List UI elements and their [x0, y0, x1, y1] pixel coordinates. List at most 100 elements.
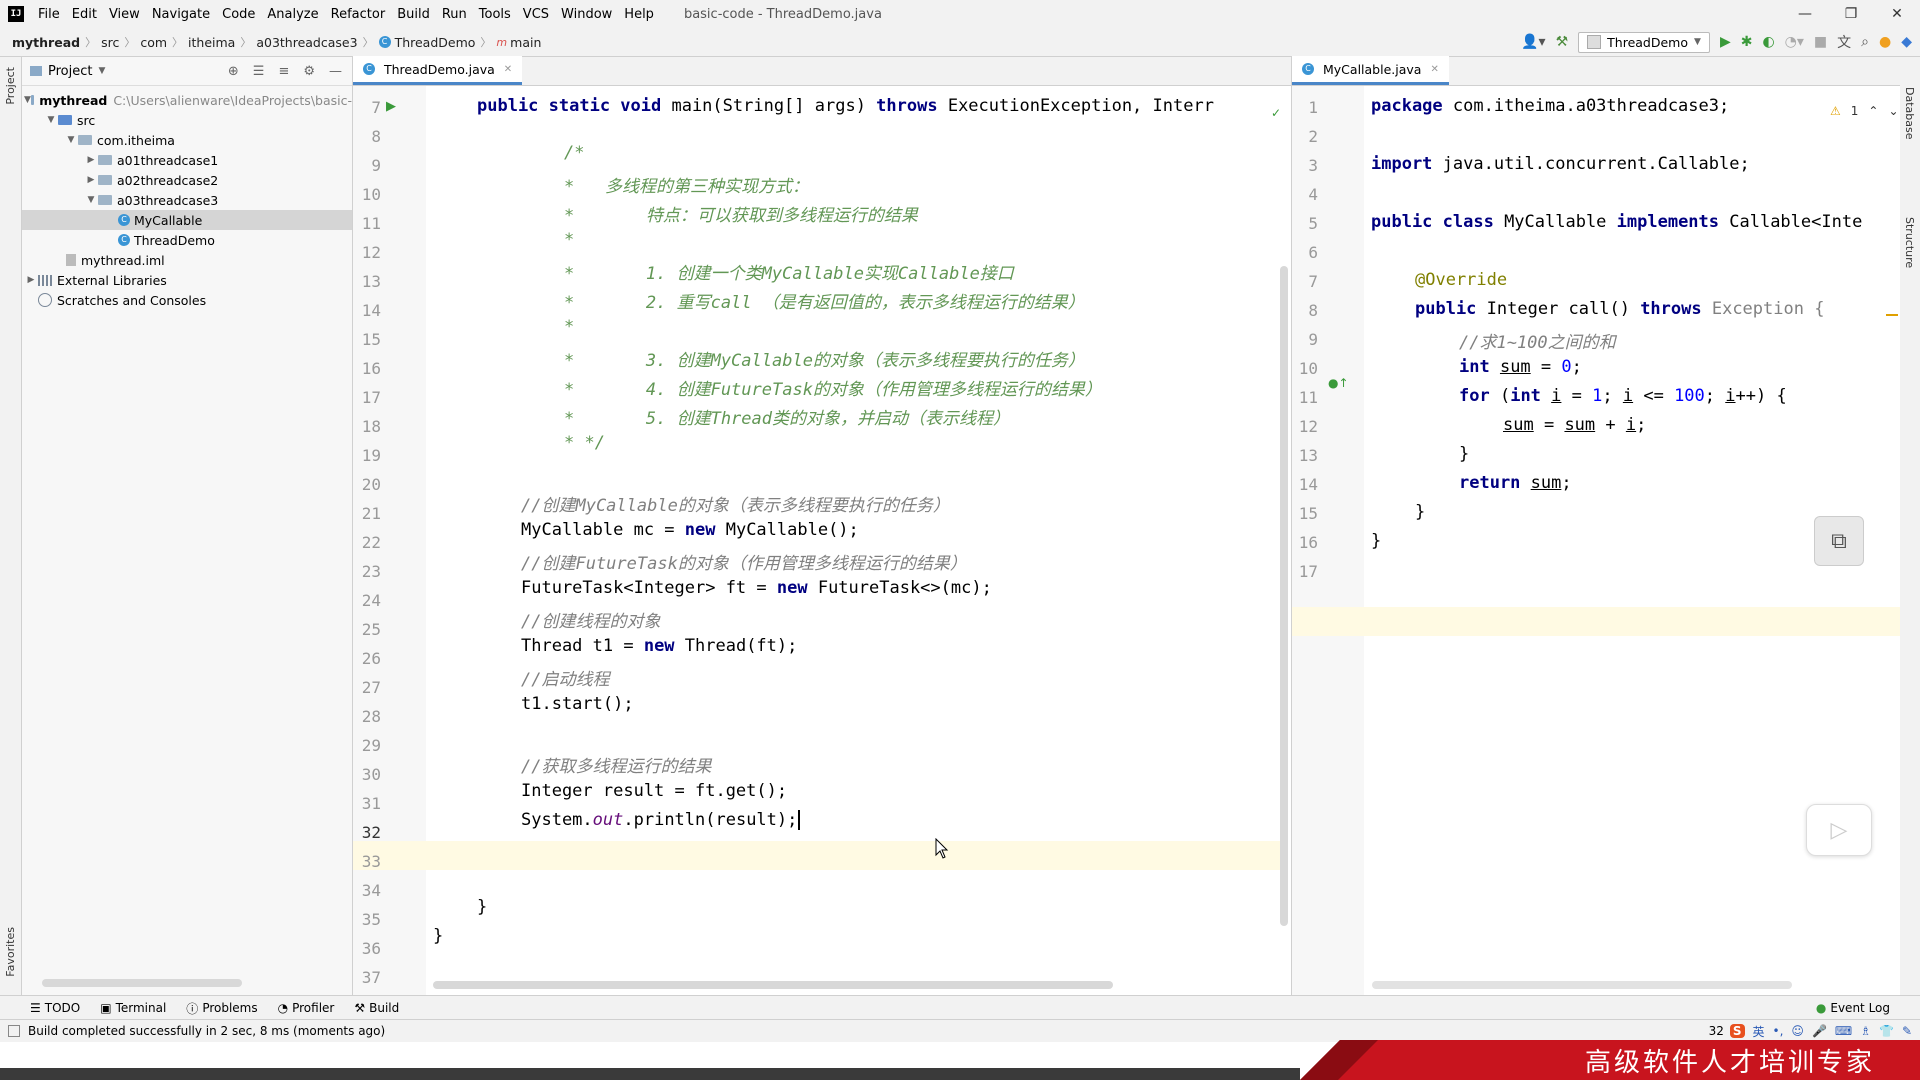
close-icon[interactable]: ✕ — [1874, 0, 1920, 28]
expand-arrow-icon[interactable]: ▶ — [84, 155, 98, 165]
warning-marker[interactable] — [1886, 314, 1898, 316]
override-gutter-icon[interactable]: ●↑ — [1328, 376, 1349, 390]
collapse-all-icon[interactable]: ≡ — [278, 64, 289, 79]
left-code-editor[interactable]: ▶ 7 8 9 10 11 12 13 14 15 16 17 18 19 20 21 22 23 24 25 26 2… — [353, 86, 1291, 995]
coverage-icon[interactable]: ◐ — [1762, 34, 1774, 50]
project-tool-tab[interactable]: Project — [4, 67, 17, 105]
minimize-icon[interactable]: — — [1782, 0, 1828, 28]
ime-emoji-icon[interactable]: ☺ — [1791, 1024, 1804, 1038]
run-config-select[interactable]: ThreadDemo ▼ — [1578, 31, 1710, 53]
hammer-build-icon[interactable]: ⚒ — [1556, 34, 1569, 50]
user-icon[interactable]: 👤▾ — [1521, 34, 1545, 50]
menu-edit[interactable]: Edit — [66, 7, 103, 22]
play-video-icon[interactable]: ▷ — [1806, 804, 1872, 856]
menu-navigate[interactable]: Navigate — [146, 7, 216, 22]
debug-icon[interactable]: ✱ — [1741, 34, 1753, 50]
close-tab-icon[interactable]: ✕ — [1430, 64, 1438, 75]
breadcrumb-com[interactable]: com — [136, 35, 171, 50]
breadcrumb-itheima[interactable]: itheima — [184, 35, 239, 50]
menu-help[interactable]: Help — [618, 7, 660, 22]
translate-icon[interactable]: 文 — [1837, 32, 1851, 52]
terminal-tab[interactable]: ▣ Terminal — [90, 1001, 176, 1015]
tree-item-a02threadcase2[interactable]: ▶ a02threadcase2 — [22, 170, 352, 190]
profile-icon[interactable]: ◔▾ — [1785, 34, 1804, 50]
run-icon[interactable]: ▶ — [1720, 34, 1731, 50]
tree-item-src[interactable]: ▼ src — [22, 110, 352, 130]
tab-threaddemo[interactable]: C ThreadDemo.java ✕ — [353, 56, 523, 85]
update-icon[interactable]: ● — [1879, 34, 1891, 50]
database-tool-tab[interactable]: Database — [1903, 87, 1916, 140]
inspection-ok-icon[interactable]: ✓ — [1271, 106, 1281, 120]
gear-icon[interactable]: ⚙ — [303, 64, 315, 79]
menu-window[interactable]: Window — [555, 7, 618, 22]
breadcrumb-method[interactable]: m main — [492, 35, 545, 50]
menu-tools[interactable]: Tools — [473, 7, 517, 22]
vertical-scrollbar[interactable] — [1280, 266, 1288, 926]
tree-item-mythread-iml[interactable]: mythread.iml — [22, 250, 352, 270]
ime-toolbar[interactable]: S 英 •, ☺ 🎤 ⌨ ♗ 👕 ✎ — [1729, 1023, 1912, 1040]
tree-item-scratches[interactable]: Scratches and Consoles — [22, 290, 352, 310]
close-tab-icon[interactable]: ✕ — [504, 64, 512, 75]
horizontal-scrollbar[interactable] — [1372, 981, 1792, 989]
tree-item-external-libraries[interactable]: ▶ External Libraries — [22, 270, 352, 290]
breadcrumb-class[interactable]: C ThreadDemo — [375, 35, 480, 50]
ime-voice-icon[interactable]: 🎤 — [1812, 1024, 1827, 1038]
project-panel-title[interactable]: Project — [48, 64, 92, 79]
maximize-icon[interactable]: ❐ — [1828, 0, 1874, 28]
todo-tab[interactable]: ☰ TODO — [0, 1001, 90, 1015]
menu-vcs[interactable]: VCS — [517, 7, 555, 22]
build-tab[interactable]: ⚒ Build — [344, 1001, 409, 1015]
right-code-editor[interactable]: 1 2 3 4 5 6 7 8 9 10 11 12 13 14 15 16 17 ●↑ ⚠ 1 ⌃ ⌄ packag… — [1292, 86, 1900, 995]
search-icon[interactable]: ⌕ — [1861, 34, 1869, 50]
menu-code[interactable]: Code — [216, 7, 261, 22]
inspection-widget[interactable]: ⚠ 1 ⌃ ⌄ — [1830, 104, 1899, 118]
locate-icon[interactable]: ⊕ — [228, 64, 239, 79]
menu-analyze[interactable]: Analyze — [261, 7, 324, 22]
ime-tools-icon[interactable]: ✎ — [1902, 1024, 1912, 1038]
chevron-down-icon[interactable]: ▼ — [98, 66, 105, 76]
structure-tool-tab[interactable]: Structure — [1903, 217, 1916, 268]
problems-tab[interactable]: ⓘ Problems — [176, 1000, 267, 1017]
tree-item-a03threadcase3[interactable]: ▼ a03threadcase3 — [22, 190, 352, 210]
breadcrumb-package[interactable]: a03threadcase3 — [252, 35, 361, 50]
horizontal-scrollbar[interactable] — [42, 979, 242, 987]
favorites-tool-tab[interactable]: Favorites — [4, 927, 17, 977]
hide-icon[interactable]: — — [329, 64, 342, 79]
tree-item-mycallable[interactable]: C MyCallable — [22, 210, 352, 230]
plugin-icon[interactable]: ◆ — [1901, 34, 1912, 50]
menu-file[interactable]: File — [32, 7, 66, 22]
breadcrumb-project[interactable]: mythread — [0, 35, 84, 50]
profiler-tab[interactable]: ◔ Profiler — [268, 1001, 345, 1015]
expand-arrow-icon[interactable]: ▼ — [84, 195, 98, 205]
tree-item-com-itheima[interactable]: ▼ com.itheima — [22, 130, 352, 150]
expand-arrow-icon[interactable]: ▶ — [84, 175, 98, 185]
menu-build[interactable]: Build — [391, 7, 436, 22]
breadcrumb-src[interactable]: src — [97, 35, 123, 50]
event-log-tab[interactable]: ● Event Log — [1806, 1001, 1920, 1015]
menu-view[interactable]: View — [103, 7, 146, 22]
status-position[interactable]: 32 — [1709, 1024, 1724, 1038]
run-gutter-icon[interactable]: ▶ — [386, 99, 396, 114]
menu-refactor[interactable]: Refactor — [325, 7, 392, 22]
tree-item-mythread[interactable]: ▼ mythread C:\Users\alienware\IdeaProjects… — [22, 90, 352, 110]
ime-punct-icon[interactable]: •, — [1773, 1024, 1784, 1038]
sogou-ime-icon[interactable]: S — [1729, 1024, 1745, 1038]
ime-skin-icon[interactable]: ♗ — [1860, 1024, 1871, 1038]
expand-arrow-icon[interactable]: ▼ — [64, 135, 78, 145]
ime-shirt-icon[interactable]: 👕 — [1879, 1024, 1894, 1038]
screenshot-tool-icon[interactable]: ⧉ — [1814, 516, 1864, 566]
expand-arrow-icon[interactable]: ▼ — [24, 95, 31, 105]
menu-run[interactable]: Run — [436, 7, 473, 22]
tab-mycallable[interactable]: C MyCallable.java ✕ — [1292, 56, 1449, 85]
ime-language[interactable]: 英 — [1753, 1023, 1765, 1040]
chevron-down-icon[interactable]: ⌄ — [1888, 104, 1898, 118]
tree-item-threaddemo[interactable]: C ThreadDemo — [22, 230, 352, 250]
chevron-up-icon[interactable]: ⌃ — [1868, 104, 1878, 118]
horizontal-scrollbar[interactable] — [433, 981, 1113, 989]
ime-keyboard-icon[interactable]: ⌨ — [1835, 1024, 1852, 1038]
stop-icon[interactable]: ■ — [1814, 34, 1827, 50]
expand-arrow-icon[interactable]: ▼ — [44, 115, 58, 125]
tree-item-a01threadcase1[interactable]: ▶ a01threadcase1 — [22, 150, 352, 170]
expand-arrow-icon[interactable]: ▶ — [24, 275, 38, 285]
expand-all-icon[interactable]: ☰ — [253, 64, 265, 79]
